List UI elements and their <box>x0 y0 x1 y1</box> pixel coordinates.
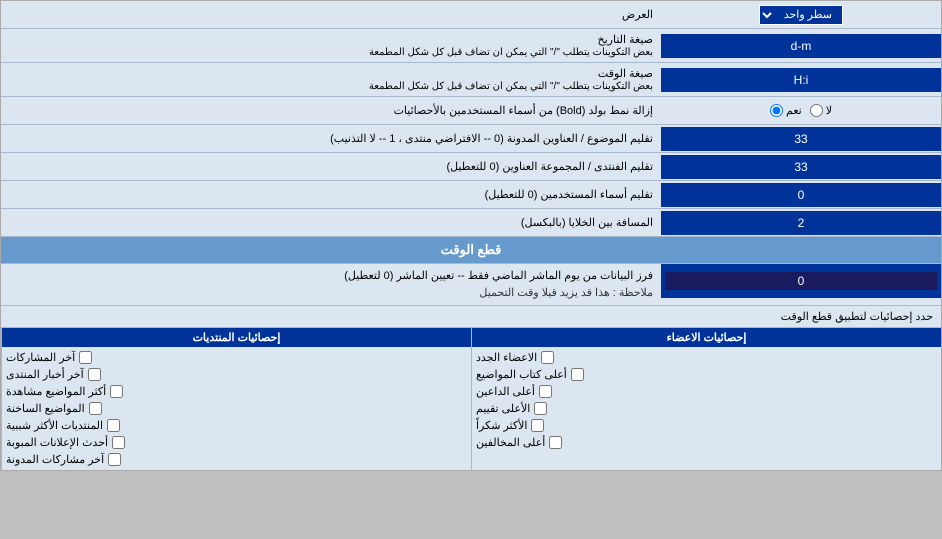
list-item[interactable]: أحدث الإعلانات المبوبة <box>6 434 467 451</box>
date-format-row: صيغة التاريخ بعض التكوينات يتطلب "/" الت… <box>1 29 941 63</box>
checkbox-hot-topics[interactable] <box>89 402 102 415</box>
stats-limit-row: حدد إحصائيات لتطبيق قطع الوقت <box>1 306 941 328</box>
list-item[interactable]: المواضيع الساخنة <box>6 400 467 417</box>
checkbox-popular-forums[interactable] <box>107 419 120 432</box>
member-stats-header: إحصائيات الاعضاء <box>472 328 941 347</box>
forum-count-label: تقليم الفنتدى / المجموعة العناوين (0 للت… <box>1 156 661 177</box>
topic-count-label: تقليم الموضوع / العناوين المدونة (0 -- ا… <box>1 128 661 149</box>
list-item[interactable]: أعلى كتاب المواضيع <box>476 366 937 383</box>
checkbox-new-members[interactable] <box>541 351 554 364</box>
cell-spacing-input-wrap[interactable] <box>661 211 941 235</box>
cutoff-section-header: قطع الوقت <box>1 237 941 264</box>
topic-count-row: تقليم الموضوع / العناوين المدونة (0 -- ا… <box>1 125 941 153</box>
forum-count-input[interactable] <box>665 160 937 174</box>
item-label: الأعلى تقييم <box>476 402 530 415</box>
time-format-note: بعض التكوينات يتطلب "/" التي يمكن ان تضا… <box>369 81 653 92</box>
user-count-row: تقليم أسماء المستخدمين (0 للتعطيل) <box>1 181 941 209</box>
radio-no[interactable] <box>810 104 823 117</box>
forum-stats-col: إحصائيات المنتديات آخر المشاركات آخر أخب… <box>1 328 471 470</box>
forum-count-row: تقليم الفنتدى / المجموعة العناوين (0 للت… <box>1 153 941 181</box>
topic-count-input[interactable] <box>665 132 937 146</box>
item-label: آخر مشاركات المدونة <box>6 453 104 466</box>
list-item[interactable]: المنتديات الأكثر شببية <box>6 417 467 434</box>
list-item[interactable]: الاعضاء الجدد <box>476 349 937 366</box>
top-display-label: العرض <box>1 4 661 25</box>
list-item[interactable]: آخر المشاركات <box>6 349 467 366</box>
item-label: أحدث الإعلانات المبوبة <box>6 436 108 449</box>
radio-yes[interactable] <box>770 104 783 117</box>
date-format-note: بعض التكوينات يتطلب "/" التي يمكن ان تضا… <box>369 47 653 58</box>
time-format-label: صيغة الوقت بعض التكوينات يتطلب "/" التي … <box>1 63 661 96</box>
member-stats-col: إحصائيات الاعضاء الاعضاء الجدد أعلى كتاب… <box>471 328 941 470</box>
checkbox-last-blog-posts[interactable] <box>108 453 121 466</box>
checkbox-top-violators[interactable] <box>549 436 562 449</box>
time-format-input[interactable] <box>665 73 937 87</box>
list-item[interactable]: الأكثر شكراً <box>476 417 937 434</box>
checkbox-most-viewed[interactable] <box>110 385 123 398</box>
item-label: أعلى المخالفين <box>476 436 545 449</box>
display-select[interactable]: سطر واحد سطرين ثلاثة أسطر <box>759 5 843 25</box>
radio-yes-text: نعم <box>786 104 802 117</box>
date-format-input[interactable] <box>665 39 937 53</box>
stats-limit-label: حدد إحصائيات لتطبيق قطع الوقت <box>1 306 941 327</box>
radio-no-label[interactable]: لا <box>810 104 832 117</box>
item-label: أكثر المواضيع مشاهدة <box>6 385 106 398</box>
cell-spacing-label: المسافة بين الخلايا (بالبكسل) <box>1 212 661 233</box>
checkbox-section: إحصائيات الاعضاء الاعضاء الجدد أعلى كتاب… <box>1 328 941 470</box>
list-item[interactable]: أعلى الداعين <box>476 383 937 400</box>
item-label: أعلى كتاب المواضيع <box>476 368 567 381</box>
bold-remove-radio-area[interactable]: نعم لا <box>661 102 941 119</box>
forum-count-input-wrap[interactable] <box>661 155 941 179</box>
list-item[interactable]: آخر مشاركات المدونة <box>6 451 467 468</box>
date-format-label: صيغة التاريخ بعض التكوينات يتطلب "/" الت… <box>1 29 661 62</box>
checkbox-last-posts[interactable] <box>79 351 92 364</box>
checkbox-top-inviters[interactable] <box>539 385 552 398</box>
user-count-input[interactable] <box>665 188 937 202</box>
time-format-row: صيغة الوقت بعض التكوينات يتطلب "/" التي … <box>1 63 941 97</box>
cutoff-input[interactable] <box>665 272 937 290</box>
cell-spacing-input[interactable] <box>665 216 937 230</box>
item-label: الاعضاء الجدد <box>476 351 537 364</box>
time-format-input-wrap[interactable] <box>661 68 941 92</box>
list-item[interactable]: آخر أخبار المنتدى <box>6 366 467 383</box>
cutoff-note: ملاحظة : هذا قد يزيد قيلا وقت التحميل <box>479 287 653 299</box>
bold-remove-row: إزالة نمط بولد (Bold) من أسماء المستخدمي… <box>1 97 941 125</box>
cell-spacing-row: المسافة بين الخلايا (بالبكسل) <box>1 209 941 237</box>
checkbox-most-thanked[interactable] <box>531 419 544 432</box>
cutoff-row: فرز البيانات من يوم الماشر الماضي فقط --… <box>1 264 941 306</box>
forum-stats-header: إحصائيات المنتديات <box>2 328 471 347</box>
checkbox-top-posters[interactable] <box>571 368 584 381</box>
checkbox-last-news[interactable] <box>88 368 101 381</box>
cutoff-input-wrap[interactable] <box>661 264 941 298</box>
date-format-input-wrap[interactable] <box>661 34 941 58</box>
topic-count-input-wrap[interactable] <box>661 127 941 151</box>
user-count-label: تقليم أسماء المستخدمين (0 للتعطيل) <box>1 184 661 205</box>
item-label: المنتديات الأكثر شببية <box>6 419 103 432</box>
item-label: آخر المشاركات <box>6 351 75 364</box>
radio-no-text: لا <box>826 104 832 117</box>
item-label: الأكثر شكراً <box>476 419 527 432</box>
list-item[interactable]: أكثر المواضيع مشاهدة <box>6 383 467 400</box>
item-label: آخر أخبار المنتدى <box>6 368 84 381</box>
list-item[interactable]: الأعلى تقييم <box>476 400 937 417</box>
cutoff-label: فرز البيانات من يوم الماشر الماضي فقط --… <box>1 264 661 305</box>
radio-yes-label[interactable]: نعم <box>770 104 802 117</box>
member-stats-items: الاعضاء الجدد أعلى كتاب المواضيع أعلى ال… <box>472 347 941 453</box>
display-select-area[interactable]: سطر واحد سطرين ثلاثة أسطر <box>661 3 941 27</box>
checkbox-latest-classifieds[interactable] <box>112 436 125 449</box>
forum-stats-items: آخر المشاركات آخر أخبار المنتدى أكثر الم… <box>2 347 471 470</box>
top-display-row: العرض سطر واحد سطرين ثلاثة أسطر <box>1 1 941 29</box>
list-item[interactable]: أعلى المخالفين <box>476 434 937 451</box>
user-count-input-wrap[interactable] <box>661 183 941 207</box>
item-label: أعلى الداعين <box>476 385 535 398</box>
item-label: المواضيع الساخنة <box>6 402 85 415</box>
checkbox-top-rated[interactable] <box>534 402 547 415</box>
bold-remove-label: إزالة نمط بولد (Bold) من أسماء المستخدمي… <box>1 100 661 121</box>
